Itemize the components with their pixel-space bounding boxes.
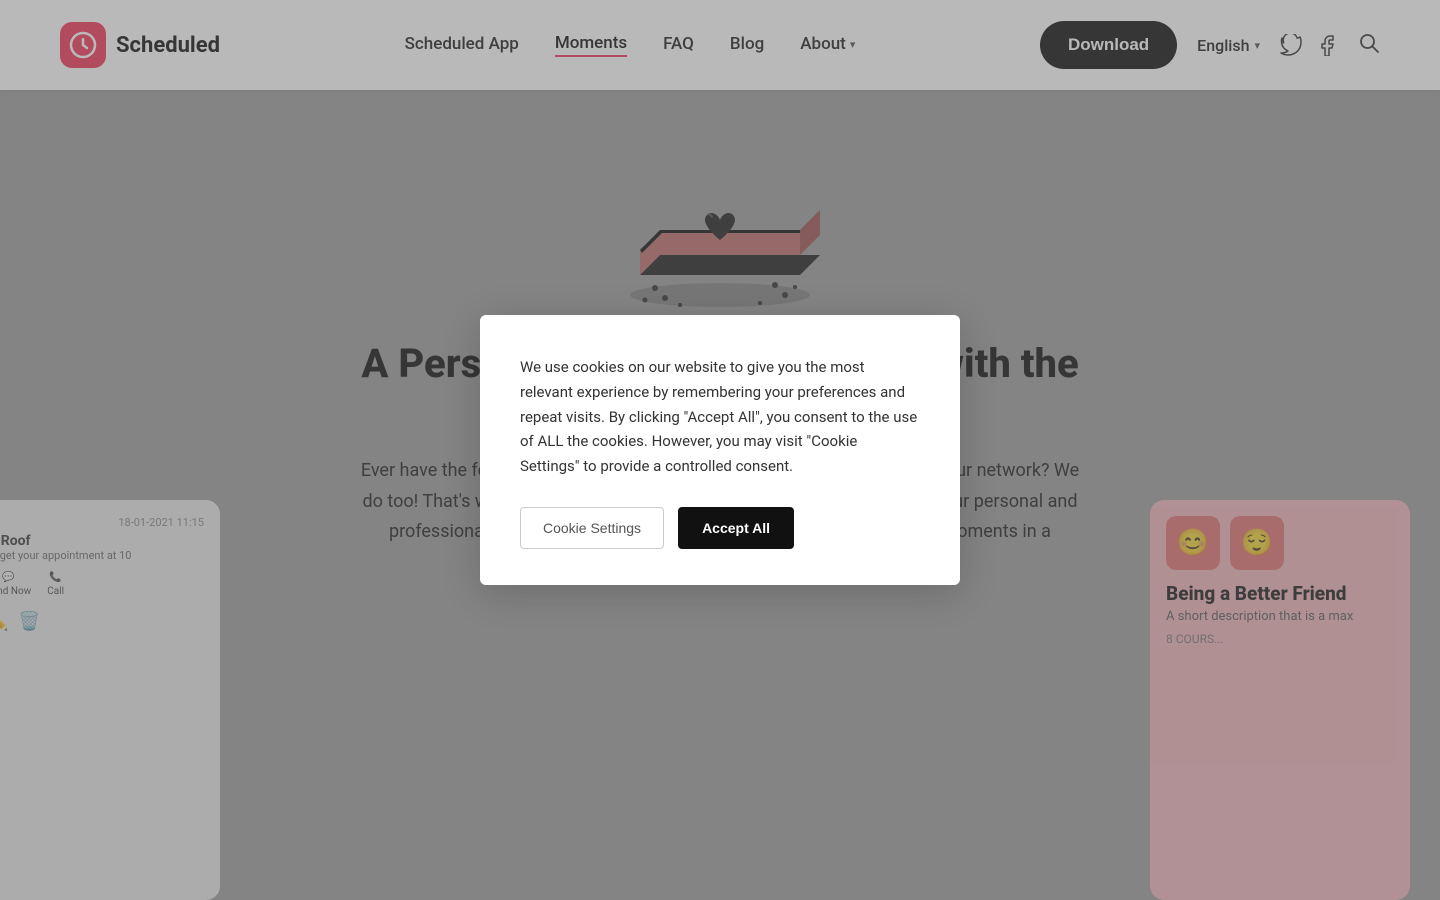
- cookie-modal: We use cookies on our website to give yo…: [480, 315, 960, 585]
- cookie-modal-actions: Cookie Settings Accept All: [520, 507, 920, 549]
- accept-all-button[interactable]: Accept All: [678, 507, 794, 549]
- cookie-settings-button[interactable]: Cookie Settings: [520, 507, 664, 549]
- cookie-modal-text: We use cookies on our website to give yo…: [520, 355, 920, 479]
- cookie-overlay: We use cookies on our website to give yo…: [0, 0, 1440, 900]
